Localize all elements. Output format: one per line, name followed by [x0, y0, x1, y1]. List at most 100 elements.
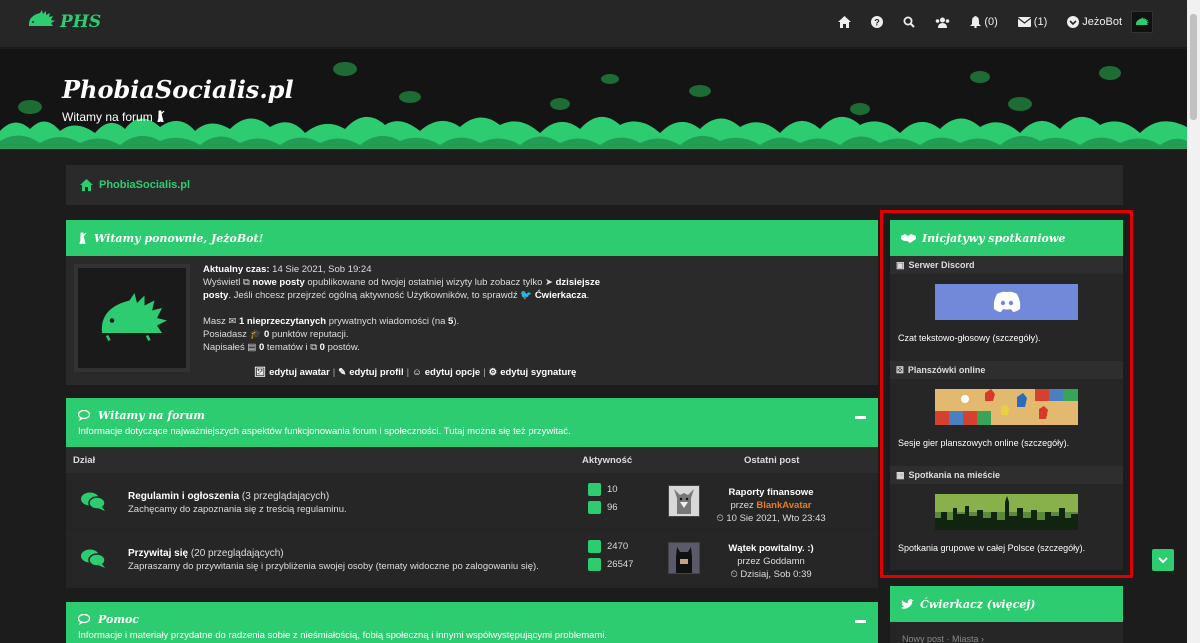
forum-description: Zapraszamy do przywitania się i przybliż…	[128, 561, 539, 572]
search-button[interactable]	[903, 16, 916, 28]
comments-icon	[81, 492, 106, 511]
search-icon	[903, 16, 916, 28]
site-banner: PhobiaSocialis.pl Witamy na forum	[0, 49, 1187, 149]
last-poster-avatar[interactable]	[668, 485, 700, 517]
help-button[interactable]: ?	[871, 16, 884, 28]
notifications-button[interactable]: (0)	[970, 16, 998, 28]
category-title[interactable]: Witamy na forum	[98, 409, 205, 422]
last-post-author[interactable]: Goddamn	[763, 556, 805, 567]
forum-name[interactable]: Regulamin i ogłoszenia (3 przeglądającyc…	[128, 491, 329, 502]
last-post-date: Dzisiaj, Sob 0:39	[740, 569, 812, 580]
user-menu[interactable]: JeżoBot	[1067, 11, 1153, 33]
edit-avatar-link[interactable]: edytuj awatar	[269, 367, 330, 378]
last-post-date: 10 Sie 2021, Wto 23:43	[726, 513, 826, 524]
user-avatar[interactable]	[74, 264, 190, 372]
waving-person-icon	[79, 232, 87, 244]
desc-post: ).	[1079, 543, 1086, 553]
forum-row[interactable]: Przywitaj się (20 przeglądających) Zapra…	[66, 530, 878, 587]
avatar[interactable]	[1131, 11, 1153, 33]
comments-icon	[78, 410, 91, 421]
graduation-cap-icon: 🎓	[249, 329, 262, 340]
section-description: Czat tekstowo-głosowy (szczegóły).	[890, 320, 1123, 361]
scrollbar-thumb[interactable]	[1190, 14, 1197, 120]
category-header: Witamy na forum Informacje dotyczące naj…	[66, 398, 878, 447]
new-posts-link[interactable]: nowe posty	[252, 277, 304, 288]
site-subtitle-text: Witamy na forum	[62, 110, 153, 124]
users-icon	[936, 17, 950, 28]
forum-title[interactable]: Przywitaj się	[128, 548, 188, 559]
hedgehog-icon	[26, 10, 56, 33]
collapse-button[interactable]	[855, 620, 866, 623]
forum-title[interactable]: Regulamin i ogłoszenia	[128, 491, 239, 502]
cwierkacz-entry[interactable]: Nowy post · Miasta ›	[890, 622, 1123, 643]
gears-icon: ⚙	[488, 367, 498, 378]
comments-icon	[78, 614, 91, 625]
forum-row[interactable]: Regulamin i ogłoszenia (3 przeglądającyc…	[66, 473, 878, 530]
copy-icon	[588, 558, 601, 571]
details-link[interactable]: szczegóły	[1024, 438, 1064, 448]
section-label: Serwer Discord	[908, 260, 975, 270]
last-poster-avatar[interactable]	[668, 542, 700, 574]
wrote-end: postów.	[327, 342, 360, 353]
chevron-down-icon	[1158, 556, 1168, 563]
breadcrumb-home-link[interactable]: PhobiaSocialis.pl	[99, 179, 190, 191]
posts-count: 0	[319, 342, 325, 353]
cwierkacz-title[interactable]: Ćwierkacz (więcej)	[920, 598, 1035, 611]
unread-messages-link[interactable]: 1 nieprzeczytanych	[239, 316, 326, 327]
column-activity: Aktywność	[582, 455, 633, 466]
collapse-button[interactable]	[855, 416, 866, 419]
last-post-title[interactable]: Raporty finansowe	[706, 486, 836, 499]
viewers-count: (3 przeglądających)	[241, 491, 330, 502]
username: JeżoBot	[1082, 16, 1122, 28]
home-icon	[80, 179, 93, 191]
forum-name[interactable]: Przywitaj się (20 przeglądających)	[128, 548, 284, 559]
file-icon	[588, 540, 601, 553]
city-skyline-image-graphic	[935, 494, 1078, 530]
desc-pre: Czat tekstowo-głosowy (	[898, 333, 996, 343]
top-navbar: PHS ? (0) (1) JeżoBot	[0, 0, 1187, 48]
edit-icon: ✎	[338, 367, 347, 378]
edit-profile-link[interactable]: edytuj profil	[349, 367, 403, 378]
members-button[interactable]	[935, 17, 950, 28]
posts-stat: 26547	[588, 558, 633, 571]
category-title[interactable]: Pomoc	[98, 613, 139, 626]
last-post-author[interactable]: BlankAvatar	[756, 500, 811, 511]
sidebar-section-discord: ▣ Serwer Discord	[890, 256, 1123, 274]
category-description: Informacje dotyczące najważniejszych asp…	[78, 426, 571, 437]
last-post-title[interactable]: Wątek powitalny. :)	[706, 542, 836, 555]
scroll-down-button[interactable]	[1152, 549, 1174, 571]
copy-icon: ⧉	[243, 277, 250, 288]
section-label: Spotkania na mieście	[908, 470, 1001, 480]
messages-button[interactable]: (1)	[1017, 16, 1048, 28]
current-time-label: Aktualny czas:	[203, 264, 270, 275]
messages-count: (1)	[1033, 16, 1048, 28]
copy-icon: ⧉	[310, 342, 318, 353]
page-scrollbar[interactable]	[1187, 0, 1200, 643]
edit-signature-link[interactable]: edytuj sygnaturę	[500, 367, 576, 378]
city-skyline-image[interactable]	[935, 494, 1078, 530]
cwierkacz-link[interactable]: Ćwierkacza	[535, 290, 587, 301]
twitter-bird-icon	[901, 598, 914, 609]
details-link[interactable]: szczegóły	[996, 333, 1036, 343]
details-link[interactable]: szczegóły	[1040, 543, 1080, 553]
by-label: przez	[730, 500, 754, 511]
breadcrumb: PhobiaSocialis.pl	[66, 165, 1123, 205]
topics-stat: 2470	[588, 540, 628, 553]
discord-icon: ▣	[896, 259, 905, 270]
site-title[interactable]: PhobiaSocialis.pl	[62, 75, 294, 104]
clock-icon: ⏲	[730, 569, 738, 580]
desc-pre: Sesje gier planszowych online (	[898, 438, 1025, 448]
discord-banner-image[interactable]	[935, 284, 1078, 320]
edit-options-link[interactable]: edytuj opcje	[425, 367, 480, 378]
boardgames-banner-image[interactable]	[935, 389, 1078, 425]
desc-pre: Spotkania grupowe w całej Polsce (	[898, 543, 1041, 553]
msg-end: ).	[453, 316, 460, 327]
question-icon: ?	[871, 16, 884, 28]
site-logo[interactable]: PHS	[26, 10, 101, 33]
desc-post: ).	[1035, 333, 1041, 343]
home-button[interactable]	[838, 16, 852, 28]
file-icon	[588, 483, 601, 496]
current-time: 14 Sie 2021, Sob 19:24	[272, 264, 372, 275]
welcome-info: Aktualny czas: 14 Sie 2021, Sob 19:24 Wy…	[203, 263, 623, 354]
topics-count: 0	[258, 342, 265, 353]
